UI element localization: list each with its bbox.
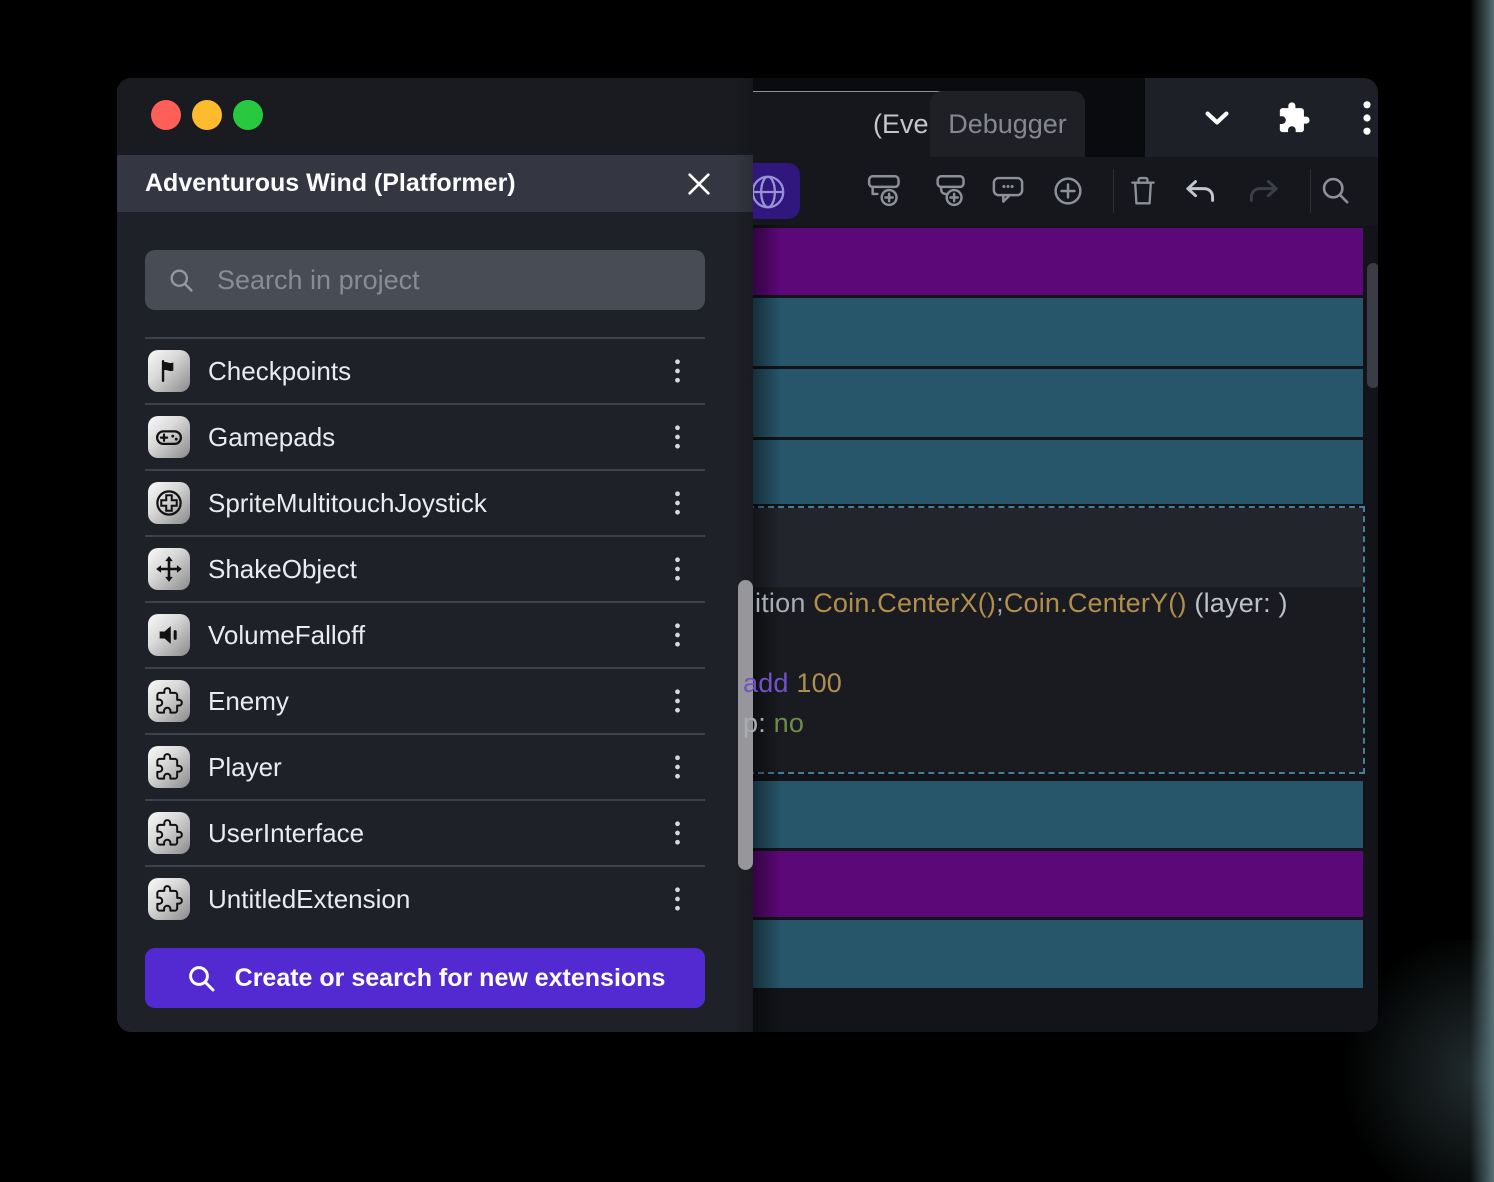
- item-menu-kebab-icon[interactable]: [670, 882, 685, 916]
- traffic-light-minimize[interactable]: [192, 100, 222, 130]
- traffic-light-close[interactable]: [151, 100, 181, 130]
- list-item-untitledextension[interactable]: UntitledExtension: [145, 865, 705, 931]
- list-item-shakeobject[interactable]: ShakeObject: [145, 535, 705, 601]
- redo-icon[interactable]: [1242, 171, 1282, 211]
- gamepad-icon: [148, 416, 190, 458]
- puzzle-icon: [148, 680, 190, 722]
- search-icon: [185, 962, 217, 994]
- list-item-volumefalloff[interactable]: VolumeFalloff: [145, 601, 705, 667]
- add-event-icon[interactable]: [865, 171, 905, 211]
- list-item-userinterface[interactable]: UserInterface: [145, 799, 705, 865]
- list-item-checkpoints[interactable]: Checkpoints: [145, 337, 705, 403]
- create-extension-label: Create or search for new extensions: [235, 964, 666, 993]
- search-input[interactable]: [215, 264, 683, 297]
- item-menu-kebab-icon[interactable]: [670, 486, 685, 520]
- move-arrows-icon: [148, 548, 190, 590]
- project-title: Adventurous Wind (Platformer): [145, 169, 516, 198]
- puzzle-icon: [148, 746, 190, 788]
- create-extension-button[interactable]: Create or search for new extensions: [145, 948, 705, 1008]
- project-search[interactable]: [145, 250, 705, 310]
- desktop: (Events) Debugger: [0, 0, 1494, 1182]
- list-item-gamepads[interactable]: Gamepads: [145, 403, 705, 469]
- item-menu-kebab-icon[interactable]: [670, 420, 685, 454]
- add-subevent-icon[interactable]: [930, 171, 970, 211]
- tab-debugger-label: Debugger: [948, 109, 1067, 140]
- tab-debugger[interactable]: Debugger: [930, 91, 1085, 157]
- events-scrollbar[interactable]: [1367, 263, 1378, 388]
- list-item-spritemultitouchjoystick[interactable]: SpriteMultitouchJoystick: [145, 469, 705, 535]
- item-menu-kebab-icon[interactable]: [670, 618, 685, 652]
- item-menu-kebab-icon[interactable]: [670, 816, 685, 850]
- project-header: Adventurous Wind (Platformer): [117, 155, 753, 212]
- toolbar-separator: [1310, 169, 1311, 213]
- puzzle-icon: [148, 812, 190, 854]
- event-action-text: ition Coin.CenterX();Coin.CenterY() (lay…: [755, 588, 1288, 619]
- flag-icon: [148, 350, 190, 392]
- search-icon[interactable]: [1317, 172, 1355, 210]
- kebab-menu-icon[interactable]: [1362, 100, 1372, 136]
- search-icon: [167, 266, 195, 294]
- event-action-text: add 100: [743, 668, 842, 699]
- list-item-enemy[interactable]: Enemy: [145, 667, 705, 733]
- window-titlebar: [117, 78, 753, 155]
- puzzle-icon[interactable]: [1277, 101, 1311, 135]
- project-manager-panel: Adventurous Wind (Platformer) Checkpoint…: [117, 78, 753, 1032]
- trash-icon[interactable]: [1124, 172, 1162, 210]
- drawer-shadow: [753, 225, 781, 1032]
- speaker-icon: [148, 614, 190, 656]
- extension-list: Checkpoints Gamepads SpriteMultitouchJoy…: [145, 337, 705, 931]
- event-action-text: p: no: [743, 708, 804, 739]
- item-menu-kebab-icon[interactable]: [670, 750, 685, 784]
- item-menu-kebab-icon[interactable]: [670, 354, 685, 388]
- drawer-gutter: [733, 78, 753, 1032]
- close-panel-button[interactable]: [684, 169, 714, 199]
- list-item-player[interactable]: Player: [145, 733, 705, 799]
- tab-bar-right-panel: [1145, 78, 1378, 157]
- item-menu-kebab-icon[interactable]: [670, 552, 685, 586]
- toolbar-separator: [1113, 169, 1114, 213]
- chevron-down-icon[interactable]: [1202, 103, 1232, 133]
- add-comment-icon[interactable]: [988, 171, 1028, 211]
- puzzle-icon: [148, 878, 190, 920]
- item-menu-kebab-icon[interactable]: [670, 684, 685, 718]
- close-icon: [685, 170, 713, 198]
- add-circle-icon[interactable]: [1048, 171, 1088, 211]
- traffic-light-zoom[interactable]: [233, 100, 263, 130]
- joystick-icon: [148, 482, 190, 524]
- undo-icon[interactable]: [1182, 171, 1222, 211]
